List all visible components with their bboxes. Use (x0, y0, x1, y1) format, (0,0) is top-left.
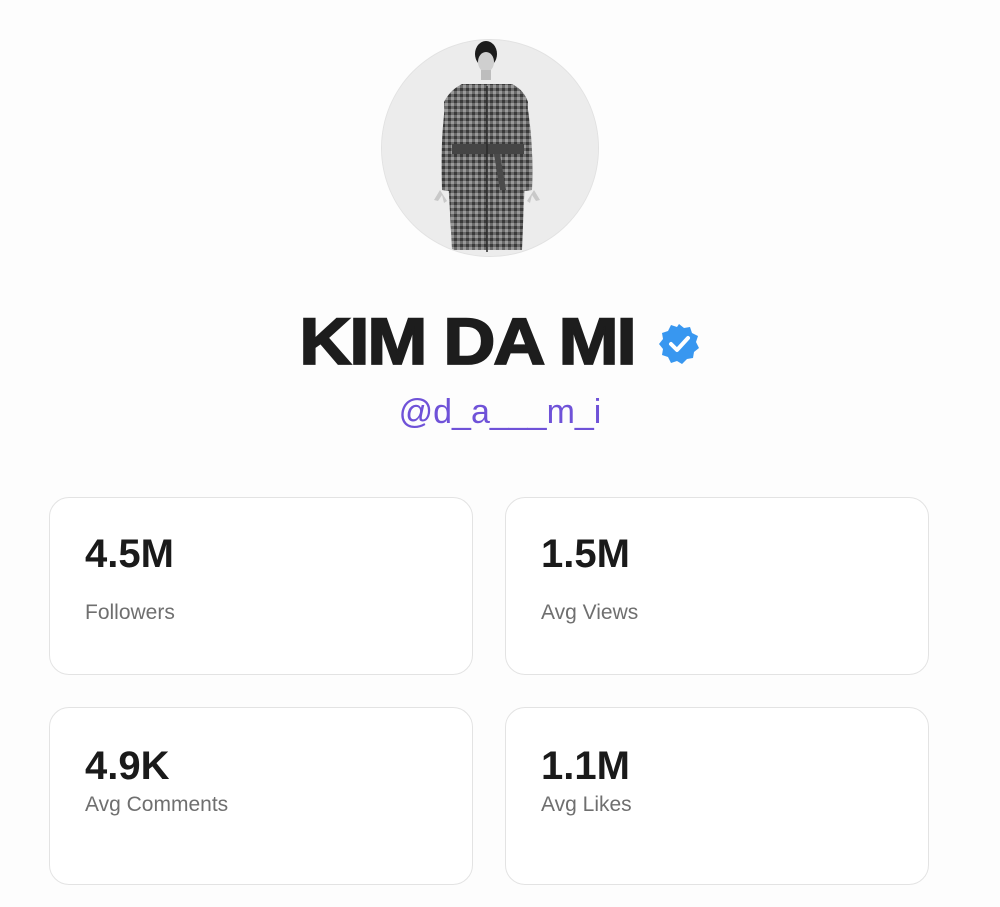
stat-value: 1.1M (541, 744, 630, 788)
profile-name-row: KIM DA MI (0, 306, 1000, 378)
stat-value: 4.9K (85, 744, 170, 788)
stat-label: Avg Likes (541, 793, 632, 816)
profile-handle[interactable]: @d_a___m_i (0, 392, 1000, 432)
avatar[interactable] (382, 40, 598, 256)
stat-value: 4.5M (85, 532, 174, 576)
verified-badge-icon (658, 324, 699, 364)
stat-card-avg-likes: 1.1M Avg Likes (505, 707, 929, 885)
stat-card-followers: 4.5M Followers (49, 497, 473, 675)
stat-label: Avg Comments (85, 793, 229, 816)
stat-label: Avg Views (541, 601, 639, 624)
profile-name: KIM DA MI (298, 305, 637, 379)
stat-card-avg-views: 1.5M Avg Views (505, 497, 929, 675)
stat-value: 1.5M (541, 532, 630, 576)
stat-card-avg-comments: 4.9K Avg Comments (49, 707, 473, 885)
profile-photo (382, 40, 598, 256)
stat-label: Followers (85, 601, 175, 624)
